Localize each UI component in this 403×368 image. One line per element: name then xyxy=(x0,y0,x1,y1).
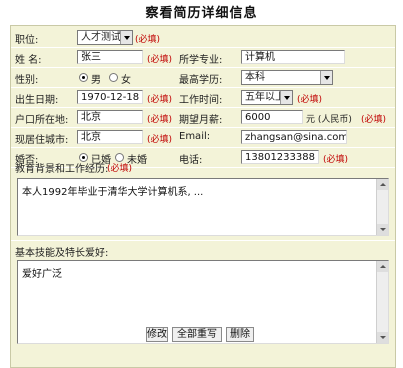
birth-label: 出生日期: xyxy=(15,95,59,106)
skills-label: 基本技能及特长爱好: xyxy=(15,248,109,259)
name-row: 姓 名: 张三 (必填) 所学专业: 计算机 xyxy=(11,48,395,68)
city-label: 现居住城市: xyxy=(15,135,69,146)
birth-required-note: (必填) xyxy=(147,95,173,105)
birth-date-field[interactable]: 1970-12-18 xyxy=(77,90,143,104)
salary-field[interactable]: 6000 xyxy=(241,110,303,124)
phone-required-note: (必填) xyxy=(323,155,349,165)
position-label: 职位: xyxy=(15,35,39,46)
scroll-down-icon[interactable] xyxy=(377,332,388,343)
gender-row: 性别: 男 女 最高学历: 本科 xyxy=(11,68,395,88)
experience-required-note: (必填) xyxy=(107,164,133,174)
scrollbar[interactable] xyxy=(376,261,388,343)
email-label: Email: xyxy=(179,131,211,142)
salary-unit: 元 (人民币) xyxy=(306,115,352,125)
chevron-down-icon[interactable] xyxy=(280,91,292,104)
position-select-value: 人才测试 xyxy=(81,32,121,43)
page-title: 察看简历详细信息 xyxy=(145,6,258,21)
work-years-label: 工作时间: xyxy=(179,95,223,106)
education-select[interactable]: 本科 xyxy=(241,70,333,85)
city-required-note: (必填) xyxy=(147,135,173,145)
gender-female-radio[interactable] xyxy=(109,73,118,82)
chevron-down-icon[interactable] xyxy=(120,31,132,44)
major-label: 所学专业: xyxy=(179,55,223,66)
work-years-select-value: 五年以上 xyxy=(245,92,285,103)
phone-label: 电话: xyxy=(179,155,203,166)
education-select-value: 本科 xyxy=(245,72,265,83)
position-required-note: (必填) xyxy=(135,35,161,45)
major-field[interactable]: 计算机 xyxy=(241,50,345,64)
gender-label: 性别: xyxy=(15,75,39,86)
divider xyxy=(11,240,395,241)
resume-form: 职位: 人才测试 (必填) 姓 名: 张三 (必填) 所学专业: 计算机 性别:… xyxy=(10,25,396,368)
education-label: 最高学历: xyxy=(179,75,223,86)
hukou-required-note: (必填) xyxy=(147,115,173,125)
name-label: 姓 名: xyxy=(15,55,42,66)
gender-male-label: 男 xyxy=(91,75,101,86)
scroll-down-icon[interactable] xyxy=(377,224,388,235)
skills-text: 爱好广泛 xyxy=(22,269,62,280)
hukou-field[interactable]: 北京 xyxy=(77,110,143,124)
email-field[interactable]: zhangsan@sina.com xyxy=(241,130,347,144)
salary-required-note: (必填) xyxy=(361,115,387,125)
name-field[interactable]: 张三 xyxy=(77,50,143,64)
salary-label: 期望月薪: xyxy=(179,115,223,126)
work-years-select[interactable]: 五年以上 xyxy=(241,90,293,105)
chevron-down-icon[interactable] xyxy=(320,71,332,84)
scroll-up-icon[interactable] xyxy=(377,261,388,272)
city-field[interactable]: 北京 xyxy=(77,130,143,144)
position-select[interactable]: 人才测试 xyxy=(77,30,133,45)
experience-label: 教育背景和工作经历: xyxy=(15,164,109,175)
position-row: 职位: 人才测试 (必填) xyxy=(11,28,395,48)
experience-text: 本人1992年毕业于清华大学计算机系, ... xyxy=(22,187,204,198)
delete-button[interactable]: 删除 xyxy=(226,327,254,342)
gender-male-radio[interactable] xyxy=(79,73,88,82)
name-required-note: (必填) xyxy=(147,55,173,65)
scrollbar[interactable] xyxy=(376,179,388,235)
birth-row: 出生日期: 1970-12-18 (必填) 工作时间: 五年以上 (必填) xyxy=(11,88,395,108)
hukou-row: 户口所在地: 北京 (必填) 期望月薪: 6000 元 (人民币) (必填) xyxy=(11,108,395,128)
phone-field[interactable]: 13801233388 xyxy=(241,150,319,164)
rewrite-all-button[interactable]: 全部重写 xyxy=(172,327,222,342)
gender-female-label: 女 xyxy=(121,75,131,86)
scroll-up-icon[interactable] xyxy=(377,179,388,190)
modify-button[interactable]: 修改 xyxy=(146,327,168,342)
city-row: 现居住城市: 北京 (必填) Email: zhangsan@sina.com xyxy=(11,128,395,148)
hukou-label: 户口所在地: xyxy=(15,115,69,126)
work-years-required-note: (必填) xyxy=(297,95,323,105)
experience-textarea[interactable]: 本人1992年毕业于清华大学计算机系, ... xyxy=(17,178,389,236)
